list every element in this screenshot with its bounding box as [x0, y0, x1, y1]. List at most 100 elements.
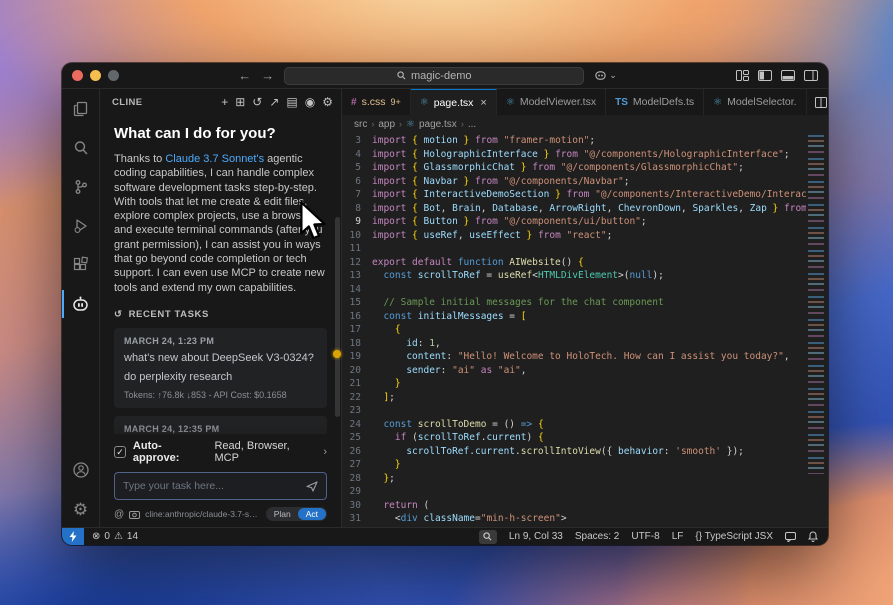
split-editor-icon[interactable]: [814, 96, 827, 108]
context-mention-icon[interactable]: @: [114, 509, 124, 520]
warning-count[interactable]: 14: [127, 531, 138, 542]
mcp-servers-icon[interactable]: ⊞: [235, 96, 245, 108]
run-debug-icon[interactable]: [69, 214, 93, 238]
code-line[interactable]: 23: [342, 404, 806, 418]
css-file-icon: #: [351, 96, 357, 108]
settings-gear-icon[interactable]: ⚙: [69, 497, 93, 521]
error-count[interactable]: 0: [104, 531, 110, 542]
tab-page-tsx[interactable]: ⚛ page.tsx ×: [410, 89, 497, 115]
open-in-editor-icon[interactable]: ↗: [269, 96, 279, 108]
screenshot-icon[interactable]: [129, 510, 141, 519]
code-line[interactable]: 21 }: [342, 377, 806, 391]
breadcrumb-item[interactable]: src: [354, 119, 367, 130]
customize-layout-icon[interactable]: [736, 70, 749, 81]
code-line[interactable]: 10 import { useRef, useEffect } from "rea…: [342, 229, 806, 243]
code-line[interactable]: 15 // Sample initial messages for the ch…: [342, 296, 806, 310]
code-line[interactable]: 4 import { HolographicInterface } from "@…: [342, 148, 806, 162]
code-line[interactable]: 27 }: [342, 458, 806, 472]
warning-icon[interactable]: ⚠: [114, 531, 123, 542]
breadcrumb[interactable]: src › app › ⚛ page.tsx › ...: [342, 115, 828, 133]
code-line[interactable]: 5 import { GlassmorphicChat } from "@/com…: [342, 161, 806, 175]
command-center-search[interactable]: magic-demo: [284, 66, 585, 85]
model-id[interactable]: cline:anthropic/claude-3.7-sonnet: [145, 509, 261, 519]
extensions-icon[interactable]: [69, 253, 93, 277]
line-number: 24: [349, 418, 361, 430]
code-line[interactable]: 20 sender: "ai" as "ai",: [342, 364, 806, 378]
history-icon[interactable]: ↺: [252, 96, 262, 108]
chevron-right-icon: ›: [460, 119, 464, 129]
cline-extension-icon[interactable]: [62, 290, 93, 318]
tab-modeldefs[interactable]: TS ModelDefs.ts: [606, 89, 705, 115]
minimize-window-button[interactable]: [90, 70, 101, 81]
encoding[interactable]: UTF-8: [631, 531, 659, 542]
cline-settings-icon[interactable]: ⚙: [322, 96, 333, 108]
error-icon[interactable]: ⊗: [92, 531, 100, 542]
task-card[interactable]: MARCH 24, 12:35 PM Fix the following cod…: [114, 415, 327, 434]
cline-account-icon[interactable]: ◉: [305, 96, 315, 108]
chevron-right-icon[interactable]: ›: [323, 446, 327, 458]
code-line[interactable]: 24 const scrollToDemo = () => {: [342, 418, 806, 432]
code-line[interactable]: 3 import { motion } from "framer-motion";: [342, 134, 806, 148]
code-line[interactable]: 6 import { Navbar } from "@/components/Na…: [342, 175, 806, 189]
docs-icon[interactable]: ▤: [286, 96, 297, 108]
code-line[interactable]: 9 import { Button } from "@/components/ui…: [342, 215, 806, 229]
toggle-panel-icon[interactable]: [781, 70, 795, 81]
close-tab-icon[interactable]: ×: [480, 97, 486, 109]
close-window-button[interactable]: [72, 70, 83, 81]
breadcrumb-item[interactable]: ...: [468, 119, 476, 130]
code-line[interactable]: 30 return (: [342, 499, 806, 513]
breadcrumb-item[interactable]: page.tsx: [419, 119, 457, 130]
code-line[interactable]: 32 {/* Navbar */}: [342, 526, 806, 528]
code-line[interactable]: 12 export default function AIWebsite() {: [342, 256, 806, 270]
forward-icon[interactable]: →: [261, 69, 274, 82]
tab-scss[interactable]: # s.css 9+: [342, 89, 411, 115]
search-icon[interactable]: [69, 136, 93, 160]
feedback-icon[interactable]: [785, 531, 796, 542]
code-line[interactable]: 26 scrollToRef.current.scrollIntoView({ …: [342, 445, 806, 459]
code-line[interactable]: 11: [342, 242, 806, 256]
plan-button[interactable]: Plan: [267, 508, 298, 520]
task-card[interactable]: MARCH 24, 1:23 PM what's new about DeepS…: [114, 327, 327, 408]
tab-modelviewer[interactable]: ⚛ ModelViewer.tsx: [497, 89, 607, 115]
source-control-icon[interactable]: [69, 175, 93, 199]
eol-sequence[interactable]: LF: [672, 531, 684, 542]
code-line[interactable]: 25 if (scrollToRef.current) {: [342, 431, 806, 445]
send-icon[interactable]: [306, 480, 318, 492]
cursor-position[interactable]: Ln 9, Col 33: [509, 531, 563, 542]
copilot-menu[interactable]: ⌄: [594, 69, 617, 82]
code-line[interactable]: 16 const initialMessages = [: [342, 310, 806, 324]
back-icon[interactable]: ←: [238, 69, 251, 82]
code-line[interactable]: 31 <div className="min-h-screen">: [342, 512, 806, 526]
lightbulb-icon[interactable]: [333, 350, 341, 358]
bell-icon[interactable]: [808, 531, 818, 542]
tab-label: s.css: [361, 96, 386, 108]
code-line[interactable]: 19 content: "Hello! Welcome to HoloTech.…: [342, 350, 806, 364]
account-icon[interactable]: [69, 458, 93, 482]
indentation[interactable]: Spaces: 2: [575, 531, 619, 542]
code-line[interactable]: 8 import { Bot, Brain, Database, ArrowRig…: [342, 202, 806, 216]
explorer-icon[interactable]: [69, 97, 93, 121]
claude-link[interactable]: Claude 3.7 Sonnet's: [165, 153, 264, 165]
code-line[interactable]: 14: [342, 283, 806, 297]
new-task-icon[interactable]: +: [221, 96, 228, 108]
toggle-sidebar-icon[interactable]: [758, 70, 772, 81]
auto-approve-row[interactable]: ✓ Auto-approve: Read, Browser, MCP ›: [114, 440, 327, 464]
code-line[interactable]: 18 id: 1,: [342, 337, 806, 351]
language-mode[interactable]: {} TypeScript JSX: [695, 531, 773, 542]
code-line[interactable]: 28 };: [342, 472, 806, 486]
code-line[interactable]: 29: [342, 485, 806, 499]
sidebar-scrollbar[interactable]: [335, 217, 340, 417]
minimap[interactable]: [806, 133, 828, 527]
code-line[interactable]: 7 import { InteractiveDemoSection } from …: [342, 188, 806, 202]
act-button[interactable]: Act: [297, 508, 326, 520]
code-line[interactable]: 13 const scrollToRef = useRef<HTMLDivEle…: [342, 269, 806, 283]
zoom-window-button[interactable]: [108, 70, 119, 81]
toggle-secondary-sidebar-icon[interactable]: [804, 70, 818, 81]
code-line[interactable]: 22 ];: [342, 391, 806, 405]
auto-approve-checkbox[interactable]: ✓: [114, 446, 126, 458]
remote-indicator[interactable]: [62, 528, 84, 545]
tab-modelselector[interactable]: ⚛ ModelSelector.: [704, 89, 807, 115]
breadcrumb-item[interactable]: app: [378, 119, 395, 130]
code-line[interactable]: 17 {: [342, 323, 806, 337]
task-input[interactable]: Type your task here...: [114, 472, 327, 500]
